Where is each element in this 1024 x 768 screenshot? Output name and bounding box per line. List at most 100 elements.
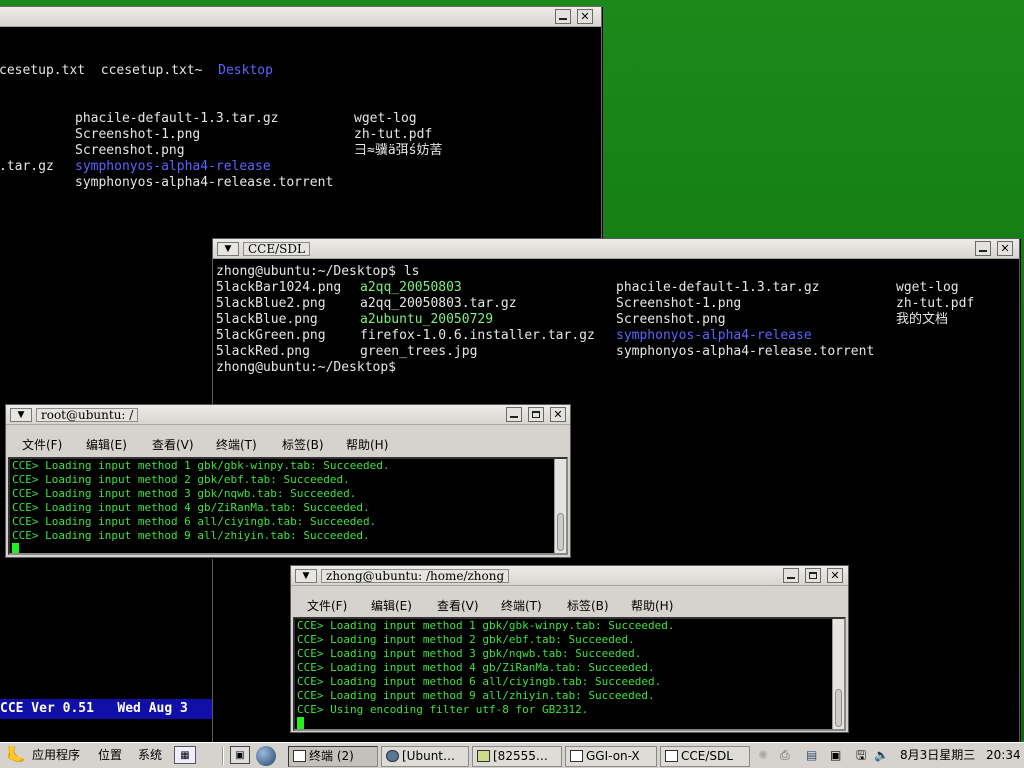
listing-entry: Screenshot.png <box>616 312 726 327</box>
listing-entry: 5lackBar1024.png <box>216 280 342 295</box>
terminal-cursor <box>12 543 19 553</box>
task-82555[interactable]: [82555… <box>472 746 562 767</box>
terminal-launcher-icon[interactable]: ▣ <box>230 746 250 764</box>
window-menu-button[interactable]: ▼ <box>295 569 317 583</box>
task-ubuntu[interactable]: [Ubunt… <box>381 746 469 767</box>
menu-file[interactable]: 文件(F) <box>22 436 62 453</box>
menu-edit[interactable]: 编辑(E) <box>86 436 127 453</box>
terminal-icon <box>293 750 306 762</box>
shell-prompt: zhong@ubuntu:~/Desktop$ ls <box>216 264 420 279</box>
terminal-cursor <box>297 717 304 729</box>
cce-sdl-titlebar[interactable]: ▼ CCE/SDL ✕ <box>213 239 1019 259</box>
weather-icon[interactable]: ✺ <box>758 746 768 766</box>
cce-status-bar: CCE Ver 0.51 Wed Aug 3 <box>0 699 214 719</box>
root-terminal-window[interactable]: ▼ root@ubuntu: / ✕ 文件(F) 编辑(E) 查看(V) 终端(… <box>5 404 571 558</box>
terminal-line: CCE> Loading input method 2 gbk/ebf.tab:… <box>297 633 635 646</box>
clock-time[interactable]: 20:34 <box>986 746 1021 766</box>
listing-cell: symphonyos-alpha4-release <box>75 159 271 174</box>
zhong-terminal-window[interactable]: ▼ zhong@ubuntu: /home/zhong ✕ 文件(F) 编辑(E… <box>290 565 849 733</box>
monitor-icon[interactable]: ▣ <box>830 746 841 766</box>
close-button[interactable]: ✕ <box>577 9 593 24</box>
listing-entry: zh-tut.pdf <box>896 296 975 311</box>
task-cce-sdl[interactable]: CCE/SDL <box>660 746 750 767</box>
menu-view[interactable]: 查看(V) <box>152 436 194 453</box>
terminal-line: CCE> Loading input method 9 all/zhiyin.t… <box>12 529 370 542</box>
root-terminal-output[interactable]: CCE> Loading input method 1 gbk/gbk-winp… <box>8 457 568 555</box>
scrollbar-thumb[interactable] <box>835 689 842 727</box>
window-menu-button[interactable]: ▼ <box>10 408 32 422</box>
listing-entry: symphonyos-alpha4-release.torrent <box>616 344 875 359</box>
listing-cell: .tar.gz <box>0 159 54 174</box>
listing-entry: 我的文档 <box>896 312 949 327</box>
listing-cell: phacile-default-1.3.tar.gz <box>75 111 279 126</box>
dir-desktop: Desktop <box>218 63 273 78</box>
applications-menu[interactable]: 应用程序 <box>32 746 80 766</box>
minimize-button[interactable] <box>975 241 991 256</box>
image-viewer-icon <box>477 750 490 762</box>
menubar: 文件(F) 编辑(E) 查看(V) 终端(T) 标签(B) 帮助(H) <box>8 431 568 455</box>
menu-tabs[interactable]: 标签(B) <box>282 436 324 453</box>
zhong-terminal-output[interactable]: CCE> Loading input method 1 gbk/gbk-winp… <box>293 617 846 731</box>
root-terminal-titlebar[interactable]: ▼ root@ubuntu: / ✕ <box>6 405 570 425</box>
menu-edit[interactable]: 编辑(E) <box>371 597 412 614</box>
maximize-button[interactable] <box>528 407 544 422</box>
listing-entry: Screenshot-1.png <box>616 296 742 311</box>
minimize-button[interactable] <box>506 407 522 422</box>
zhong-terminal-titlebar[interactable]: ▼ zhong@ubuntu: /home/zhong ✕ <box>291 566 848 586</box>
window-title: root@ubuntu: / <box>36 408 139 422</box>
network-icon[interactable]: ▤ <box>806 746 817 766</box>
scrollbar[interactable] <box>554 459 566 553</box>
terminal-line: CCE> Loading input method 9 all/zhiyin.t… <box>297 689 655 702</box>
listing-entry: 5lackGreen.png <box>216 328 326 343</box>
terminal-line: CCE> Loading input method 6 all/ciyingb.… <box>12 515 377 528</box>
menu-tabs[interactable]: 标签(B) <box>567 597 609 614</box>
task-ggi-on-x[interactable]: GGI-on-X <box>565 746 657 767</box>
scrollbar-thumb[interactable] <box>557 513 564 551</box>
task-terminal[interactable]: 终端 (2) <box>288 746 378 767</box>
close-button[interactable]: ✕ <box>550 407 566 422</box>
close-button[interactable]: ✕ <box>827 568 843 583</box>
listing-entry: wget-log <box>896 280 959 295</box>
browser-launcher-icon[interactable] <box>256 746 276 766</box>
terminal-line: CCE> Loading input method 4 gb/ZiRanMa.t… <box>297 661 655 674</box>
close-button[interactable]: ✕ <box>997 241 1013 256</box>
listing-cell: zh-tut.pdf <box>354 127 433 142</box>
menu-help[interactable]: 帮助(H) <box>346 436 388 453</box>
system-menu[interactable]: 系统 <box>138 746 162 766</box>
back-terminal-titlebar[interactable]: ✕ <box>0 7 601 27</box>
minimize-button[interactable] <box>555 9 571 24</box>
places-menu[interactable]: 位置 <box>98 746 122 766</box>
separator <box>222 747 224 765</box>
maximize-button[interactable] <box>805 568 821 583</box>
terminal-line: CCE> Loading input method 2 gbk/ebf.tab:… <box>12 473 350 486</box>
menu-terminal[interactable]: 终端(T) <box>501 597 542 614</box>
menu-view[interactable]: 查看(V) <box>437 597 479 614</box>
terminal-line: CCE> Loading input method 3 gbk/nqwb.tab… <box>12 487 357 500</box>
printer-icon[interactable]: ⎙ <box>780 746 790 766</box>
terminal-line: CCE> Loading input method 1 gbk/gbk-winp… <box>12 459 390 472</box>
menu-help[interactable]: 帮助(H) <box>631 597 673 614</box>
listing-entry: 5lackBlue.png <box>216 312 318 327</box>
scrollbar[interactable] <box>832 619 844 729</box>
terminal-line: CCE> Loading input method 6 all/ciyingb.… <box>297 675 662 688</box>
menu-file[interactable]: 文件(F) <box>307 597 347 614</box>
listing-cell: Screenshot-1.png <box>75 127 201 142</box>
window-menu-button[interactable]: ▼ <box>217 242 239 256</box>
listing-text: cesetup.txt ccesetup.txt~ <box>0 63 219 78</box>
terminal-line: CCE> Loading input method 1 gbk/gbk-winp… <box>297 619 675 632</box>
minimize-button[interactable] <box>783 568 799 583</box>
listing-entry: firefox-1.0.6.installer.tar.gz <box>360 328 595 343</box>
usb-icon[interactable]: 🖫 <box>856 746 866 766</box>
listing-entry: 5lackRed.png <box>216 344 310 359</box>
menu-terminal[interactable]: 终端(T) <box>216 436 257 453</box>
show-desktop-icon[interactable]: ▦ <box>174 746 196 764</box>
taskbar: 🦶 应用程序 位置 系统 ▦ ▣ 终端 (2) [Ubunt… [82555… … <box>0 742 1024 768</box>
foot-icon[interactable]: 🦶 <box>6 746 26 766</box>
listing-cell: wget-log <box>354 111 417 126</box>
listing-cell: symphonyos-alpha4-release.torrent <box>75 175 334 190</box>
clock-date[interactable]: 8月3日星期三 <box>900 746 975 766</box>
listing-entry: symphonyos-alpha4-release <box>616 328 812 343</box>
volume-icon[interactable]: 🔈 <box>874 746 889 766</box>
listing-entry: 5lackBlue2.png <box>216 296 326 311</box>
listing-entry: green_trees.jpg <box>360 344 478 359</box>
